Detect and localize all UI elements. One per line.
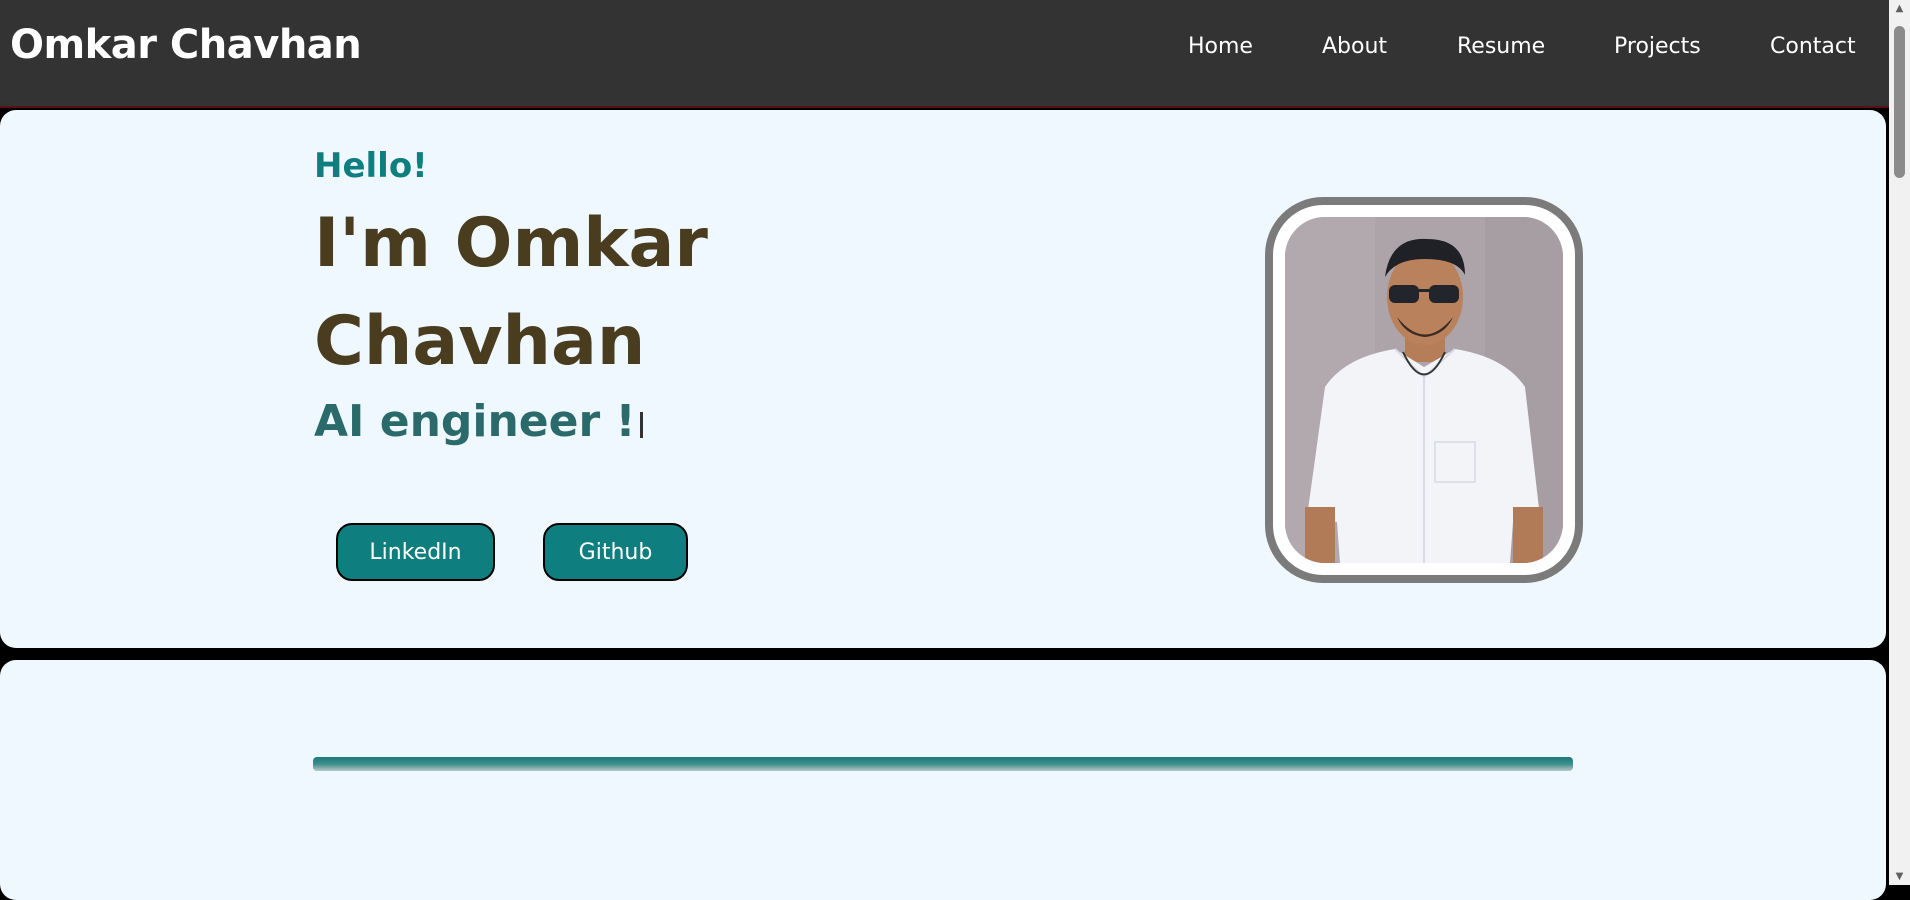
name-line-1: I'm Omkar xyxy=(314,204,708,283)
hero-section: Hello! I'm Omkar Chavhan AI engineer ! L… xyxy=(0,110,1886,648)
about-section xyxy=(0,660,1886,900)
nav-contact-link[interactable]: Contact xyxy=(1770,34,1856,59)
vertical-scrollbar[interactable]: ▲ ▼ xyxy=(1889,0,1910,885)
profile-photo xyxy=(1285,217,1563,563)
nav-links: Home About Resume Projects Contact xyxy=(0,34,1889,64)
section-divider-bar xyxy=(313,757,1573,771)
role-label: AI engineer ! xyxy=(314,396,636,447)
hero-name: I'm Omkar Chavhan xyxy=(314,195,914,391)
scroll-up-arrow-icon[interactable]: ▲ xyxy=(1889,0,1910,17)
greeting-text: Hello! xyxy=(314,146,428,186)
typing-cursor xyxy=(639,412,643,438)
nav-home-link[interactable]: Home xyxy=(1188,34,1253,59)
profile-photo-illustration xyxy=(1285,217,1563,563)
linkedin-button[interactable]: LinkedIn xyxy=(336,523,495,581)
nav-resume-link[interactable]: Resume xyxy=(1457,34,1545,59)
scrollbar-thumb[interactable] xyxy=(1894,26,1905,178)
github-button[interactable]: Github xyxy=(543,523,688,581)
scroll-down-arrow-icon[interactable]: ▼ xyxy=(1889,868,1910,885)
navbar: Omkar Chavhan Home About Resume Projects… xyxy=(0,0,1889,108)
nav-projects-link[interactable]: Projects xyxy=(1614,34,1701,59)
role-text: AI engineer ! xyxy=(314,396,643,447)
profile-photo-frame xyxy=(1265,197,1583,583)
nav-about-link[interactable]: About xyxy=(1322,34,1387,59)
name-line-2: Chavhan xyxy=(314,302,646,381)
